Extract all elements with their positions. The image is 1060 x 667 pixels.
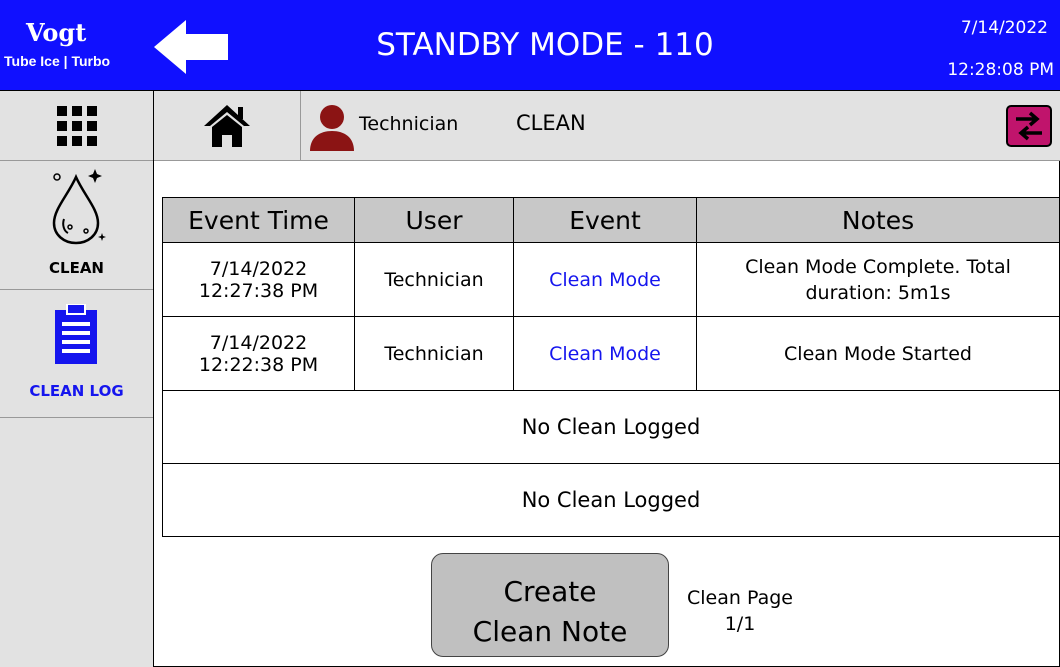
sidebar-item-clean[interactable]: CLEAN: [0, 161, 153, 290]
grid-menu-icon: [56, 105, 97, 146]
logo-subtitle: Tube Ice | Turbo: [4, 53, 111, 69]
page-title: STANDBY MODE - 110: [376, 27, 714, 63]
user-cell: Technician: [354, 242, 514, 317]
vogt-logo: Vogt Tube Ice | Turbo: [4, 18, 150, 76]
sidebar-item-label: CLEAN: [49, 259, 104, 277]
nav-bar: Technician CLEAN: [154, 91, 1060, 161]
page-label: Clean Page: [687, 587, 793, 609]
screen-name: CLEAN: [516, 111, 586, 135]
event-date: 7/14/2022: [209, 257, 308, 280]
notes-cell: Clean Mode Complete. Total duration: 5m1…: [696, 242, 1060, 317]
notes-text: Clean Mode Complete. Total duration: 5m1…: [745, 255, 1011, 304]
column-header: Event: [513, 197, 697, 243]
menu-button[interactable]: [0, 91, 153, 161]
user-name: Technician: [359, 113, 459, 135]
event-cell: Clean Mode: [513, 316, 697, 391]
switch-icon[interactable]: [1006, 105, 1052, 147]
event-time: 12:22:38 PM: [198, 353, 319, 376]
column-header: Event Time: [162, 197, 355, 243]
empty-row-text: No Clean Logged: [162, 463, 1060, 537]
clipboard-icon: [55, 304, 97, 364]
empty-row-text: No Clean Logged: [162, 390, 1060, 464]
clean-drop-icon: [52, 169, 106, 245]
column-header: User: [354, 197, 514, 243]
header-bar: Vogt Tube Ice | Turbo STANDBY MODE - 110…: [0, 0, 1060, 91]
notes-cell: Clean Mode Started: [696, 316, 1060, 391]
sidebar: CLEAN CLEAN LOG: [0, 91, 154, 667]
column-header: Notes: [696, 197, 1060, 243]
header-time: 12:28:08 PM: [947, 60, 1054, 80]
page-indicator: Clean Page 1/1: [680, 585, 800, 637]
home-button[interactable]: [154, 91, 301, 160]
user-icon[interactable]: [308, 103, 356, 151]
back-arrow-icon[interactable]: [152, 18, 230, 76]
table-row[interactable]: 7/14/2022 12:27:38 PM Technician Clean M…: [162, 242, 1060, 317]
event-cell: Clean Mode: [513, 242, 697, 317]
table-row-empty: No Clean Logged: [162, 463, 1060, 537]
table-row-empty: No Clean Logged: [162, 390, 1060, 464]
event-time-cell: 7/14/2022 12:27:38 PM: [162, 242, 355, 317]
event-time-cell: 7/14/2022 12:22:38 PM: [162, 316, 355, 391]
create-clean-note-button[interactable]: Create Clean Note: [431, 553, 669, 657]
clean-log-table: Event Time User Event Notes 7/14/2022 12…: [162, 197, 1060, 537]
user-cell: Technician: [354, 316, 514, 391]
header-date: 7/14/2022: [960, 18, 1048, 38]
page-value: 1/1: [724, 613, 756, 635]
event-time: 12:27:38 PM: [198, 279, 319, 302]
logo-brand: Vogt: [26, 18, 87, 47]
table-row[interactable]: 7/14/2022 12:22:38 PM Technician Clean M…: [162, 316, 1060, 391]
home-icon: [204, 104, 250, 147]
table-header-row: Event Time User Event Notes: [162, 197, 1060, 243]
event-date: 7/14/2022: [209, 331, 308, 354]
sidebar-item-label: CLEAN LOG: [29, 382, 124, 400]
sidebar-item-clean-log[interactable]: CLEAN LOG: [0, 290, 153, 418]
